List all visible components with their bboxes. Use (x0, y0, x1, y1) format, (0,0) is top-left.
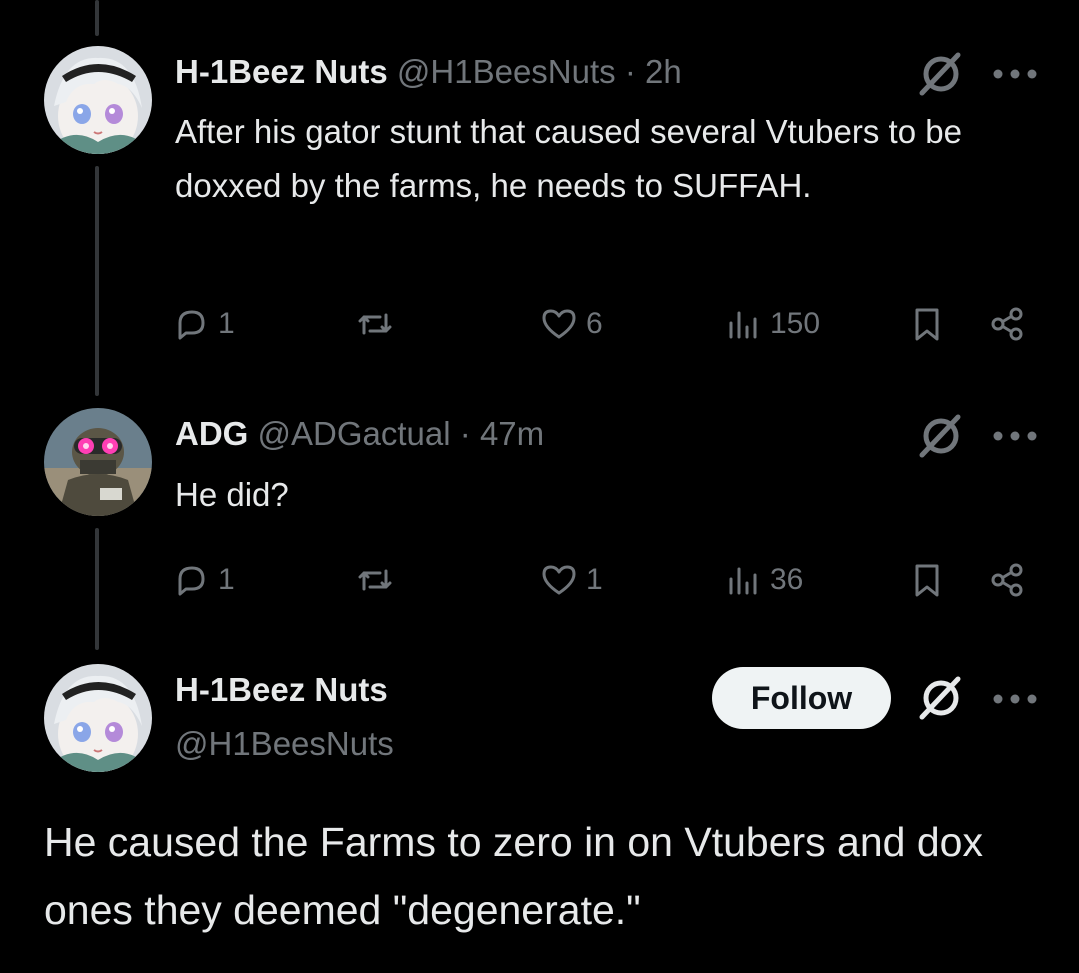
more-icon[interactable] (992, 689, 1038, 709)
more-icon[interactable] (992, 64, 1038, 84)
views-count: 150 (770, 307, 821, 340)
like-count: 1 (586, 563, 603, 596)
bookmark-button[interactable] (908, 555, 946, 605)
like-button[interactable]: 1 (540, 555, 603, 605)
anime-avatar-image (44, 46, 152, 154)
views-count: 36 (770, 563, 804, 596)
timestamp[interactable]: 2h (645, 53, 682, 90)
like-button[interactable]: 6 (540, 299, 603, 349)
tweet-actions: 1 6 150 (172, 299, 1042, 349)
retweet-icon (358, 313, 392, 335)
separator-dot: · (624, 53, 636, 90)
reply-button[interactable]: 1 (172, 555, 235, 605)
separator-dot: · (459, 415, 471, 452)
author-handle-block: @H1BeesNuts (175, 724, 394, 764)
bookmark-icon (915, 564, 939, 597)
tweet-actions: 1 1 36 (172, 555, 1042, 605)
avatar[interactable] (44, 408, 152, 516)
retweet-icon (358, 569, 392, 591)
thread-line-2 (95, 528, 99, 650)
grok-icon[interactable] (914, 411, 964, 461)
reply-icon (178, 310, 205, 340)
like-count: 6 (586, 307, 603, 340)
views-button[interactable]: 150 (724, 299, 820, 349)
share-button[interactable] (988, 555, 1026, 605)
views-icon (729, 311, 757, 339)
retweet-button[interactable] (356, 555, 402, 605)
bookmark-icon (915, 308, 939, 341)
views-button[interactable]: 36 (724, 555, 803, 605)
handle[interactable]: @H1BeesNuts (397, 53, 616, 90)
display-name[interactable]: H-1Beez Nuts (175, 53, 388, 90)
tweet-header: ADG @ADGactual · 47m (175, 414, 544, 454)
display-name[interactable]: H-1Beez Nuts (175, 671, 388, 708)
reply-button[interactable]: 1 (172, 299, 235, 349)
tweet-text: He did? (175, 476, 289, 513)
reply-count: 1 (218, 563, 235, 596)
tweet-header: H-1Beez Nuts @H1BeesNuts · 2h (175, 52, 682, 92)
handle[interactable]: @H1BeesNuts (175, 725, 394, 762)
heart-icon (542, 565, 576, 595)
thread-line-1 (95, 166, 99, 396)
soldier-avatar-image (44, 408, 152, 516)
views-icon (729, 567, 757, 595)
reply-icon (178, 566, 205, 596)
heart-icon (542, 309, 576, 339)
thread-line-top (95, 0, 99, 36)
display-name[interactable]: ADG (175, 415, 248, 452)
timestamp[interactable]: 47m (480, 415, 544, 452)
tweet-text: After his gator stunt that caused severa… (175, 113, 962, 204)
retweet-button[interactable] (356, 299, 402, 349)
follow-button[interactable]: Follow (712, 667, 891, 729)
reply-count: 1 (218, 307, 235, 340)
share-icon (991, 307, 1023, 341)
bookmark-button[interactable] (908, 299, 946, 349)
more-icon[interactable] (992, 426, 1038, 446)
grok-icon[interactable] (914, 49, 964, 99)
avatar[interactable] (44, 664, 152, 772)
avatar[interactable] (44, 46, 152, 154)
share-button[interactable] (988, 299, 1026, 349)
share-icon (991, 563, 1023, 597)
main-tweet-text: He caused the Farms to zero in on Vtuber… (44, 819, 983, 933)
grok-icon[interactable] (914, 673, 964, 723)
handle[interactable]: @ADGactual (258, 415, 451, 452)
author-name-block: H-1Beez Nuts (175, 670, 388, 710)
anime-avatar-image (44, 664, 152, 772)
